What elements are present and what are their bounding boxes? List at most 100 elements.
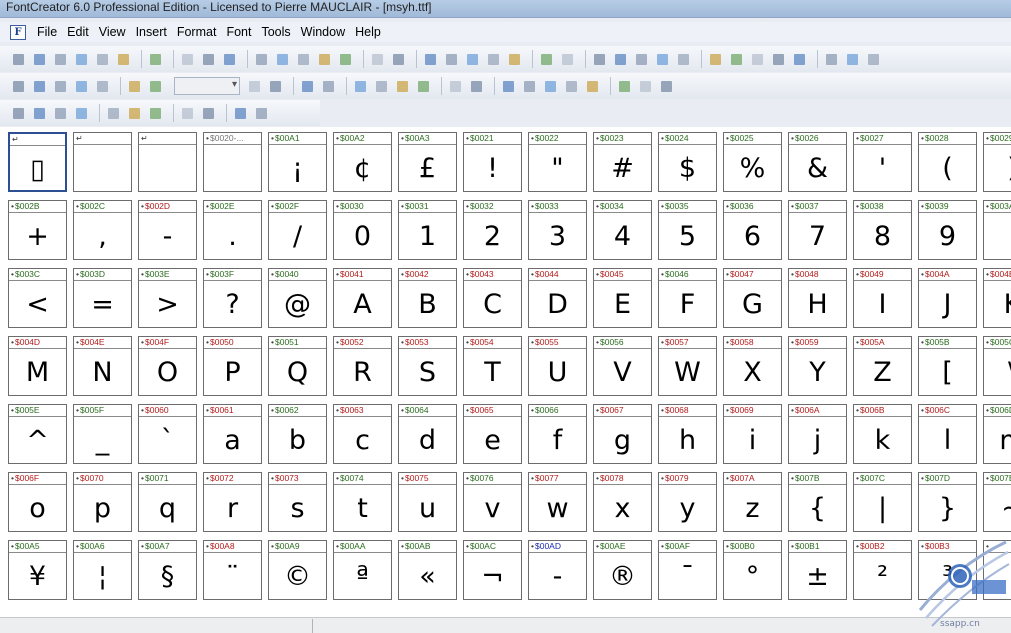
glyph-cell[interactable]: •$005E ^ xyxy=(8,404,67,464)
glyph-cell[interactable]: •$0079 y xyxy=(658,472,717,532)
glyph-cell[interactable]: •$0058 X xyxy=(723,336,782,396)
glyph-cell[interactable]: •$0053 S xyxy=(398,336,457,396)
glyph-cell[interactable]: •$0063 c xyxy=(333,404,392,464)
glyph-cell[interactable]: •$003C < xyxy=(8,268,67,328)
glyph-cell[interactable]: •$00A7 § xyxy=(138,540,197,600)
align-a-icon[interactable] xyxy=(10,105,27,122)
glyph-cell[interactable]: •$00A5 ¥ xyxy=(8,540,67,600)
glyph-cell[interactable]: •$0031 1 xyxy=(398,200,457,260)
unlink-icon[interactable] xyxy=(654,51,671,68)
menu-format[interactable]: Format xyxy=(172,25,222,39)
square-a-icon[interactable] xyxy=(447,78,464,95)
dist-a-icon[interactable] xyxy=(105,105,122,122)
glyph-cell[interactable]: •$00AC ¬ xyxy=(463,540,522,600)
glyph-cell[interactable]: •$006B k xyxy=(853,404,912,464)
glyph-cell[interactable]: •$0066 f xyxy=(528,404,587,464)
glyph-cell[interactable]: •$0037 7 xyxy=(788,200,847,260)
glyph-cell[interactable]: •$00AE ® xyxy=(593,540,652,600)
redo-drop-icon[interactable] xyxy=(316,51,333,68)
glyph-cell[interactable]: •$0067 g xyxy=(593,404,652,464)
glyph-cell[interactable]: •$004D M xyxy=(8,336,67,396)
lasso-icon[interactable] xyxy=(31,78,48,95)
align-d-icon[interactable] xyxy=(73,105,90,122)
open-icon[interactable] xyxy=(31,51,48,68)
font-info-icon[interactable] xyxy=(559,51,576,68)
space-b-icon[interactable] xyxy=(200,105,217,122)
glyph-cell[interactable]: •$00A1 ¡ xyxy=(268,132,327,192)
fill-b-icon[interactable] xyxy=(749,51,766,68)
glyph-cell[interactable]: •$0056 V xyxy=(593,336,652,396)
dist-b-icon[interactable] xyxy=(126,105,143,122)
menu-file[interactable]: File xyxy=(32,25,62,39)
glyph-cell[interactable]: •$006F o xyxy=(8,472,67,532)
menu-tools[interactable]: Tools xyxy=(256,25,295,39)
glyph-cell[interactable]: •$0062 b xyxy=(268,404,327,464)
glyph-cell[interactable]: •$004E N xyxy=(73,336,132,396)
zoom-in-icon[interactable] xyxy=(126,78,143,95)
save-icon[interactable] xyxy=(52,51,69,68)
glyph-cell[interactable]: •$007C | xyxy=(853,472,912,532)
glyph-cell[interactable]: •$0048 H xyxy=(788,268,847,328)
glyph-cell[interactable]: •$0023 # xyxy=(593,132,652,192)
align-b-icon[interactable] xyxy=(31,105,48,122)
glyph-cell[interactable]: •$0044 D xyxy=(528,268,587,328)
open-folder-icon[interactable] xyxy=(115,51,132,68)
paste-icon[interactable] xyxy=(221,51,238,68)
glyph-cell[interactable]: •$00A2 ¢ xyxy=(333,132,392,192)
glyph-cell[interactable]: •$005B [ xyxy=(918,336,977,396)
dist-c-icon[interactable] xyxy=(147,105,164,122)
glyph-cell[interactable]: •$00B3 ³ xyxy=(918,540,977,600)
fix-icon[interactable] xyxy=(485,51,502,68)
glyph-cell[interactable]: •$004BK xyxy=(983,268,1011,328)
glyph-cell[interactable]: •$0049 I xyxy=(853,268,912,328)
glyph-cell[interactable]: •$002F / xyxy=(268,200,327,260)
menu-help[interactable]: Help xyxy=(350,25,386,39)
grid-a-icon[interactable] xyxy=(246,78,263,95)
glyph-cell[interactable]: •$002D - xyxy=(138,200,197,260)
glyph-cell[interactable]: •$00B1 ± xyxy=(788,540,847,600)
save-all-icon[interactable] xyxy=(73,51,90,68)
app-icon[interactable]: F xyxy=(10,24,26,40)
glyph-cell[interactable]: •$0021! xyxy=(463,132,522,192)
glyph-cell[interactable]: •$006Dm xyxy=(983,404,1011,464)
table-d-icon[interactable] xyxy=(563,78,580,95)
glyph-cell[interactable]: •$0028 ( xyxy=(918,132,977,192)
glyph-cell[interactable]: •$005F _ xyxy=(73,404,132,464)
glyph-cell[interactable]: •$0033 3 xyxy=(528,200,587,260)
glyph-cell[interactable]: •$0020-... xyxy=(203,132,262,192)
undo-icon[interactable] xyxy=(253,51,270,68)
glyph-cell[interactable]: •$00B2 ² xyxy=(853,540,912,600)
glyph-cell[interactable]: •$0036 6 xyxy=(723,200,782,260)
overlap-a-icon[interactable] xyxy=(823,51,840,68)
glyph-cell[interactable]: •$004A J xyxy=(918,268,977,328)
glyph-cell[interactable]: •$005A Z xyxy=(853,336,912,396)
rect-select-icon[interactable] xyxy=(10,78,27,95)
contour-b-icon[interactable] xyxy=(320,78,337,95)
flip-v-icon[interactable] xyxy=(253,105,270,122)
table-b-icon[interactable] xyxy=(521,78,538,95)
glyph-cell[interactable]: •$0039 9 xyxy=(918,200,977,260)
glyph-cell[interactable]: •$0065 e xyxy=(463,404,522,464)
list-icon[interactable] xyxy=(591,51,608,68)
glyph-cell[interactable]: •$00AF ¯ xyxy=(658,540,717,600)
check-icon[interactable] xyxy=(506,51,523,68)
ellipse-icon[interactable] xyxy=(415,78,432,95)
overlap-c-icon[interactable] xyxy=(865,51,882,68)
insert-char-icon[interactable] xyxy=(390,51,407,68)
menu-insert[interactable]: Insert xyxy=(131,25,172,39)
glyph-cell[interactable]: •$00A6 ¦ xyxy=(73,540,132,600)
new-icon[interactable] xyxy=(10,51,27,68)
glyph-cell[interactable]: •$0057 W xyxy=(658,336,717,396)
glyph-cell[interactable]: •$004F O xyxy=(138,336,197,396)
glyph-cell[interactable]: •$0045 E xyxy=(593,268,652,328)
redo-icon[interactable] xyxy=(295,51,312,68)
glyph-cell[interactable]: •$00AB « xyxy=(398,540,457,600)
glyph-cell[interactable]: •$0052 R xyxy=(333,336,392,396)
fill-c-icon[interactable] xyxy=(770,51,787,68)
arrow-left-icon[interactable] xyxy=(707,51,724,68)
brush-icon[interactable] xyxy=(94,78,111,95)
glyph-cell[interactable]: • xyxy=(983,540,1011,600)
glyph-cell[interactable]: •$0038 8 xyxy=(853,200,912,260)
menu-view[interactable]: View xyxy=(94,25,131,39)
link-icon[interactable] xyxy=(633,51,650,68)
